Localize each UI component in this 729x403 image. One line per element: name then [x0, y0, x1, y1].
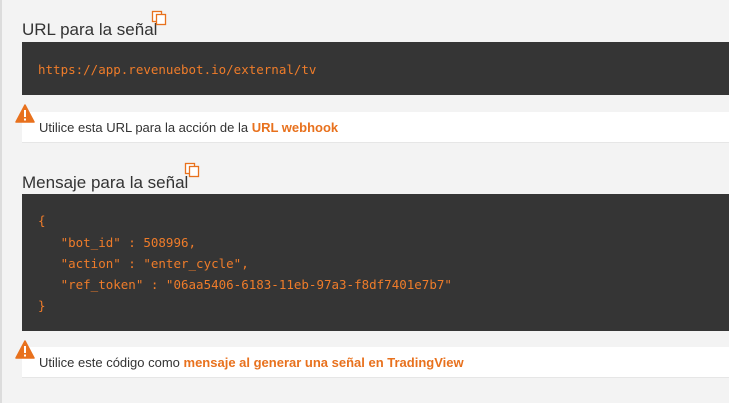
left-border	[0, 0, 2, 403]
copy-icon[interactable]	[151, 10, 167, 26]
url-section-title: URL para la señal	[22, 20, 158, 39]
copy-icon[interactable]	[184, 162, 200, 178]
code-line: "action" : "enter_cycle",	[38, 256, 249, 271]
url-webhook-link[interactable]: URL webhook	[252, 120, 338, 135]
webhook-url[interactable]: https://app.revenuebot.io/external/tv	[38, 62, 316, 77]
code-line: {	[38, 213, 46, 228]
url-code-box[interactable]: https://app.revenuebot.io/external/tv	[22, 42, 729, 95]
code-line: "bot_id" : 508996,	[38, 235, 197, 250]
tradingview-message-link[interactable]: mensaje al generar una señal en TradingV…	[184, 355, 464, 370]
code-line: "ref_token" : "06aa5406-6183-11eb-97a3-f…	[38, 277, 452, 292]
message-code-box[interactable]: { "bot_id" : 508996, "action" : "enter_c…	[22, 194, 729, 331]
message-note-text: Utilice este código como	[39, 355, 184, 370]
warning-icon	[15, 104, 35, 123]
code-line: }	[38, 298, 46, 313]
message-section-title: Mensaje para la señal	[22, 173, 189, 192]
url-note: Utilice esta URL para la acción de la UR…	[22, 112, 729, 143]
url-note-text: Utilice esta URL para la acción de la	[39, 120, 252, 135]
message-note: Utilice este código como mensaje al gene…	[22, 347, 729, 378]
warning-icon	[15, 340, 35, 359]
